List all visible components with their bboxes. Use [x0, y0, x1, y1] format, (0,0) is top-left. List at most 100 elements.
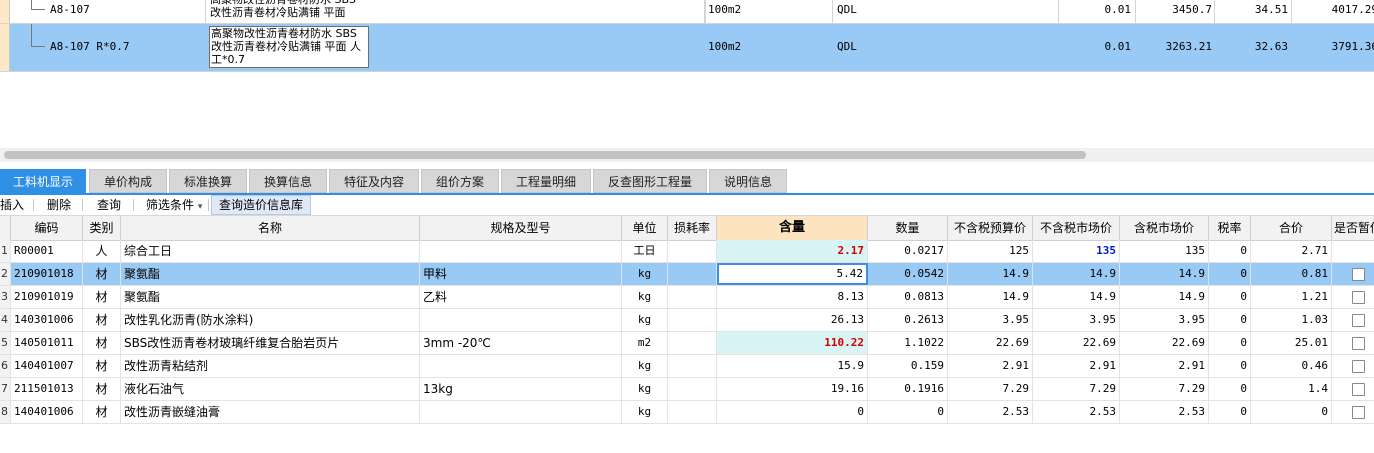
filter-dropdown[interactable]: 筛选条件 ▾ — [146, 195, 202, 215]
table-row[interactable]: 3 210901019 材 聚氨酯 乙料 kg 8.13 0.0813 14.9 14.9 14.9… — [0, 286, 1374, 309]
cell-tax-rate[interactable]: 0 — [1209, 355, 1251, 377]
cell-spec[interactable]: 13kg — [420, 378, 622, 400]
table-row[interactable]: 5 140501011 材 SBS改性沥青卷材玻璃纤维复合胎岩页片 3mm -20℃ m2… — [0, 332, 1374, 355]
cell-name[interactable]: 综合工日 — [121, 240, 420, 262]
cell-budget-price[interactable]: 14.9 — [948, 286, 1033, 308]
cell-type[interactable]: 材 — [83, 355, 121, 377]
cell-tax-rate[interactable]: 0 — [1209, 240, 1251, 262]
cell-tax-market-price[interactable]: 22.69 — [1120, 332, 1209, 354]
table-row[interactable]: 7 211501013 材 液化石油气 13kg kg 19.16 0.1916 7.29 7.2… — [0, 378, 1374, 401]
cell-tax-market-price[interactable]: 14.9 — [1120, 286, 1209, 308]
cell-tax-market-price[interactable]: 2.91 — [1120, 355, 1209, 377]
cell-provisional[interactable] — [1332, 332, 1374, 354]
cell-market-price[interactable]: 14.9 — [1033, 286, 1120, 308]
provisional-checkbox[interactable] — [1352, 291, 1365, 304]
cell-type[interactable]: 材 — [83, 286, 121, 308]
cell-loss-rate[interactable] — [668, 332, 717, 354]
cell-provisional[interactable] — [1332, 401, 1374, 423]
cell-unit[interactable]: kg — [622, 401, 668, 423]
cell-tax-rate[interactable]: 0 — [1209, 263, 1251, 285]
header-budget-price[interactable]: 不含税预算价 — [948, 216, 1033, 240]
cell-loss-rate[interactable] — [668, 355, 717, 377]
cell-tax-market-price[interactable]: 135 — [1120, 240, 1209, 262]
cell-provisional[interactable] — [1332, 263, 1374, 285]
cell-tax-market-price[interactable]: 14.9 — [1120, 263, 1209, 285]
header-type[interactable]: 类别 — [83, 216, 121, 240]
cell-type[interactable]: 人 — [83, 240, 121, 262]
cell-loss-rate[interactable] — [668, 378, 717, 400]
cell-market-price[interactable]: 2.91 — [1033, 355, 1120, 377]
cell-spec[interactable] — [420, 401, 622, 423]
cell-loss-rate[interactable] — [668, 401, 717, 423]
cell-unit[interactable]: kg — [622, 286, 668, 308]
table-row[interactable]: 1 R00001 人 综合工日 工日 2.17 0.0217 125 135 135 0 2.71 — [0, 240, 1374, 263]
cell-tax-rate[interactable]: 0 — [1209, 378, 1251, 400]
cell-total[interactable]: 2.71 — [1251, 240, 1332, 262]
header-loss-rate[interactable]: 损耗率 — [668, 216, 717, 240]
cell-code[interactable]: 140301006 — [11, 309, 83, 331]
scrollbar-thumb[interactable] — [4, 151, 1086, 159]
cell-market-price[interactable]: 2.53 — [1033, 401, 1120, 423]
cell-spec[interactable] — [420, 240, 622, 262]
cell-quantity[interactable]: 0.0542 — [868, 263, 948, 285]
cell-unit[interactable]: kg — [622, 263, 668, 285]
cell-name[interactable]: 改性沥青嵌缝油膏 — [121, 401, 420, 423]
cell-budget-price[interactable]: 22.69 — [948, 332, 1033, 354]
provisional-checkbox[interactable] — [1352, 337, 1365, 350]
cell-total[interactable]: 1.21 — [1251, 286, 1332, 308]
cell-quantity[interactable]: 0 — [868, 401, 948, 423]
header-content[interactable]: 含量 — [717, 216, 868, 240]
tab-standard-conversion[interactable]: 标准换算 — [169, 169, 247, 193]
cell-total[interactable]: 0 — [1251, 401, 1332, 423]
cell-code[interactable]: 140501011 — [11, 332, 83, 354]
cell-market-price[interactable]: 3.95 — [1033, 309, 1120, 331]
cell-market-price[interactable]: 7.29 — [1033, 378, 1120, 400]
query-price-database-button[interactable]: 查询造价信息库 — [211, 195, 312, 215]
cell-content[interactable]: 19.16 — [717, 378, 868, 400]
cell-type[interactable]: 材 — [83, 401, 121, 423]
provisional-checkbox[interactable] — [1352, 314, 1365, 327]
cell-total[interactable]: 0.46 — [1251, 355, 1332, 377]
cell-content[interactable]: 0 — [717, 401, 868, 423]
cell-loss-rate[interactable] — [668, 240, 717, 262]
cell-code[interactable]: 140401006 — [11, 401, 83, 423]
cell-name[interactable]: 聚氨酯 — [121, 286, 420, 308]
cell-budget-price[interactable]: 7.29 — [948, 378, 1033, 400]
cell-quantity[interactable]: 0.2613 — [868, 309, 948, 331]
cell-market-price[interactable]: 14.9 — [1033, 263, 1120, 285]
cell-provisional[interactable] — [1332, 240, 1374, 262]
cell-total[interactable]: 25.01 — [1251, 332, 1332, 354]
tab-features-content[interactable]: 特征及内容 — [329, 169, 419, 193]
header-provisional[interactable]: 是否暂估 — [1332, 216, 1374, 240]
cell-unit[interactable]: m2 — [622, 332, 668, 354]
table-row[interactable]: 4 140301006 材 改性乳化沥青(防水涂料) kg 26.13 0.2613 3.95… — [0, 309, 1374, 332]
cell-budget-price[interactable]: 3.95 — [948, 309, 1033, 331]
cell-loss-rate[interactable] — [668, 263, 717, 285]
cell-loss-rate[interactable] — [668, 286, 717, 308]
cell-name[interactable]: 液化石油气 — [121, 378, 420, 400]
cell-code[interactable]: 210901018 — [11, 263, 83, 285]
horizontal-scrollbar[interactable] — [0, 148, 1374, 162]
cell-market-price[interactable]: 22.69 — [1033, 332, 1120, 354]
cell-budget-price[interactable]: 2.91 — [948, 355, 1033, 377]
item-row-selected[interactable]: A8-107 R*0.7 高聚物改性沥青卷材防水 SBS 改性沥青卷材冷贴满铺 … — [0, 24, 1374, 72]
cell-budget-price[interactable]: 125 — [948, 240, 1033, 262]
cell-tax-market-price[interactable]: 2.53 — [1120, 401, 1209, 423]
cell-code[interactable]: 210901019 — [11, 286, 83, 308]
cell-spec[interactable]: 甲料 — [420, 263, 622, 285]
cell-spec[interactable]: 乙料 — [420, 286, 622, 308]
cell-name[interactable]: 聚氨酯 — [121, 263, 420, 285]
cell-quantity[interactable]: 1.1022 — [868, 332, 948, 354]
cell-provisional[interactable] — [1332, 355, 1374, 377]
insert-button[interactable]: 插入 — [0, 195, 24, 215]
header-market-price[interactable]: 不含税市场价 — [1033, 216, 1120, 240]
delete-button[interactable]: 删除 — [47, 195, 71, 215]
cell-tax-rate[interactable]: 0 — [1209, 401, 1251, 423]
cell-type[interactable]: 材 — [83, 263, 121, 285]
header-total[interactable]: 合价 — [1251, 216, 1332, 240]
cell-tax-rate[interactable]: 0 — [1209, 309, 1251, 331]
cell-content[interactable]: 15.9 — [717, 355, 868, 377]
cell-spec[interactable]: 3mm -20℃ — [420, 332, 622, 354]
header-tax-rate[interactable]: 税率 — [1209, 216, 1251, 240]
cell-total[interactable]: 1.03 — [1251, 309, 1332, 331]
